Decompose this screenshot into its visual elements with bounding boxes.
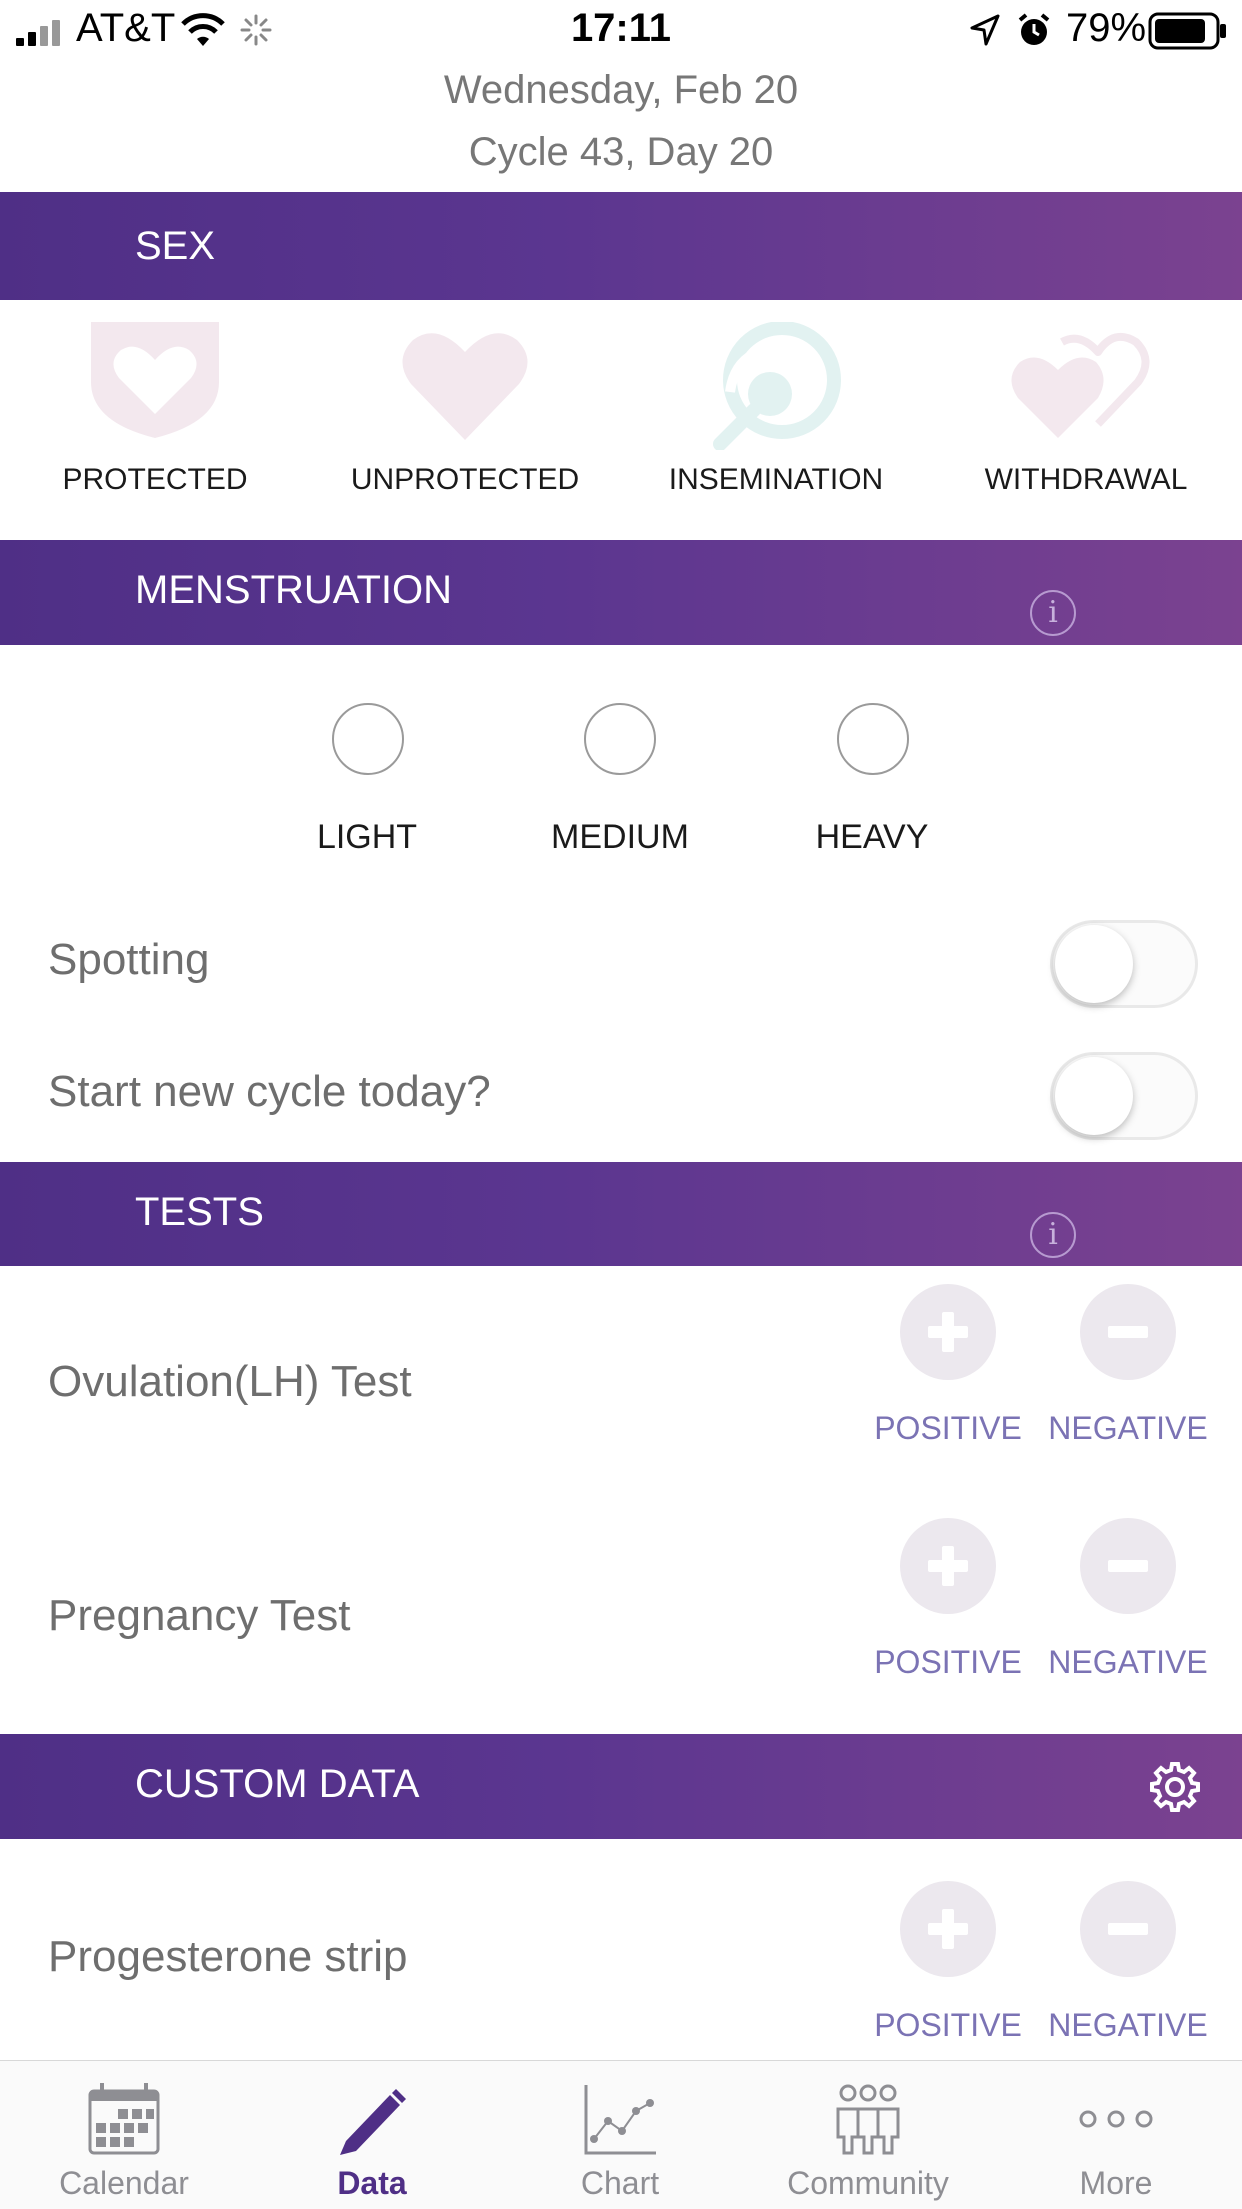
tab-label: Data bbox=[337, 2165, 407, 2201]
spotting-label: Spotting bbox=[48, 935, 210, 984]
pregnancy-negative-button[interactable] bbox=[1080, 1518, 1176, 1614]
tab-chart[interactable]: Chart bbox=[496, 2061, 744, 2209]
negative-label: NEGATIVE bbox=[1048, 1644, 1208, 1680]
tab-label: Calendar bbox=[59, 2165, 189, 2201]
new-cycle-toggle[interactable] bbox=[1050, 1052, 1198, 1140]
location-arrow-icon bbox=[970, 14, 1000, 46]
sex-unprotected-option[interactable]: UNPROTECTED bbox=[345, 318, 585, 508]
minus-icon bbox=[1108, 1326, 1148, 1338]
section-title: CUSTOM DATA bbox=[135, 1762, 420, 1806]
battery-icon bbox=[1148, 12, 1226, 50]
pregnancy-test-label: Pregnancy Test bbox=[48, 1591, 351, 1640]
plus-icon bbox=[928, 1909, 968, 1949]
menstruation-section-header: MENSTRUATION i bbox=[0, 540, 1242, 645]
tab-calendar[interactable]: Calendar bbox=[0, 2061, 248, 2209]
tests-section-header: TESTS i bbox=[0, 1162, 1242, 1266]
flow-medium-label: MEDIUM bbox=[551, 818, 689, 856]
flow-heavy-radio[interactable] bbox=[837, 703, 909, 775]
progesterone-negative-button[interactable] bbox=[1080, 1881, 1176, 1977]
sex-option-label: WITHDRAWAL bbox=[984, 463, 1188, 496]
negative-label: NEGATIVE bbox=[1048, 2007, 1208, 2043]
toggle-knob bbox=[1055, 1057, 1133, 1135]
plus-icon bbox=[928, 1312, 968, 1352]
progesterone-strip-label: Progesterone strip bbox=[48, 1932, 408, 1981]
calendar-icon bbox=[88, 2083, 160, 2155]
tab-bar: Calendar Data Chart Community More bbox=[0, 2060, 1242, 2209]
spotting-toggle[interactable] bbox=[1050, 920, 1198, 1008]
tab-label: Community bbox=[787, 2165, 949, 2201]
flow-light-label: LIGHT bbox=[316, 818, 418, 856]
negative-label: NEGATIVE bbox=[1048, 1410, 1208, 1446]
sex-withdrawal-option[interactable]: WITHDRAWAL bbox=[966, 318, 1206, 508]
gear-icon[interactable] bbox=[1148, 1760, 1202, 1814]
positive-label: POSITIVE bbox=[874, 1644, 1022, 1680]
positive-label: POSITIVE bbox=[874, 2007, 1022, 2043]
section-title: SEX bbox=[135, 224, 216, 268]
tab-label: Chart bbox=[580, 2165, 660, 2201]
positive-label: POSITIVE bbox=[874, 1410, 1022, 1446]
status-bar: AT&T 17:11 79% bbox=[0, 0, 1242, 62]
sex-insemination-option[interactable]: INSEMINATION bbox=[656, 318, 896, 508]
cycle-label: Cycle 43, Day 20 bbox=[468, 130, 774, 174]
flow-light-radio[interactable] bbox=[332, 703, 404, 775]
ovulation-negative-button[interactable] bbox=[1080, 1284, 1176, 1380]
alarm-icon bbox=[1018, 13, 1050, 45]
chart-icon bbox=[584, 2085, 656, 2155]
minus-icon bbox=[1108, 1560, 1148, 1572]
insemination-icon bbox=[713, 322, 841, 450]
shield-heart-icon bbox=[91, 322, 219, 438]
ovulation-test-label: Ovulation(LH) Test bbox=[48, 1357, 412, 1406]
section-title: TESTS bbox=[135, 1190, 264, 1234]
sex-protected-option[interactable]: PROTECTED bbox=[35, 318, 275, 508]
sex-section-header: SEX bbox=[0, 192, 1242, 300]
toggle-knob bbox=[1055, 925, 1133, 1003]
info-icon[interactable]: i bbox=[1030, 590, 1076, 636]
sex-option-label: INSEMINATION bbox=[668, 463, 884, 496]
info-icon[interactable]: i bbox=[1030, 1212, 1076, 1258]
tab-label: More bbox=[1079, 2165, 1153, 2201]
sex-option-label: UNPROTECTED bbox=[350, 463, 580, 496]
clock: 17:11 bbox=[570, 6, 672, 50]
progesterone-positive-button[interactable] bbox=[900, 1881, 996, 1977]
tab-data[interactable]: Data bbox=[248, 2061, 496, 2209]
pencil-icon bbox=[340, 2089, 406, 2155]
flow-medium-radio[interactable] bbox=[584, 703, 656, 775]
section-title: MENSTRUATION bbox=[135, 568, 453, 612]
flow-heavy-label: HEAVY bbox=[815, 818, 929, 856]
community-icon bbox=[836, 2084, 900, 2155]
tab-community[interactable]: Community bbox=[744, 2061, 992, 2209]
date-label: Wednesday, Feb 20 bbox=[443, 68, 799, 112]
tab-more[interactable]: More bbox=[992, 2061, 1240, 2209]
custom-data-section-header: CUSTOM DATA bbox=[0, 1734, 1242, 1839]
plus-icon bbox=[928, 1546, 968, 1586]
new-cycle-label: Start new cycle today? bbox=[48, 1067, 491, 1116]
heart-icon bbox=[402, 333, 528, 440]
battery-percent: 79% bbox=[1066, 6, 1147, 50]
more-icon bbox=[1079, 2110, 1153, 2128]
sex-option-label: PROTECTED bbox=[62, 463, 248, 496]
ovulation-positive-button[interactable] bbox=[900, 1284, 996, 1380]
pregnancy-positive-button[interactable] bbox=[900, 1518, 996, 1614]
minus-icon bbox=[1108, 1923, 1148, 1935]
withdrawal-hearts-icon bbox=[1011, 332, 1150, 438]
